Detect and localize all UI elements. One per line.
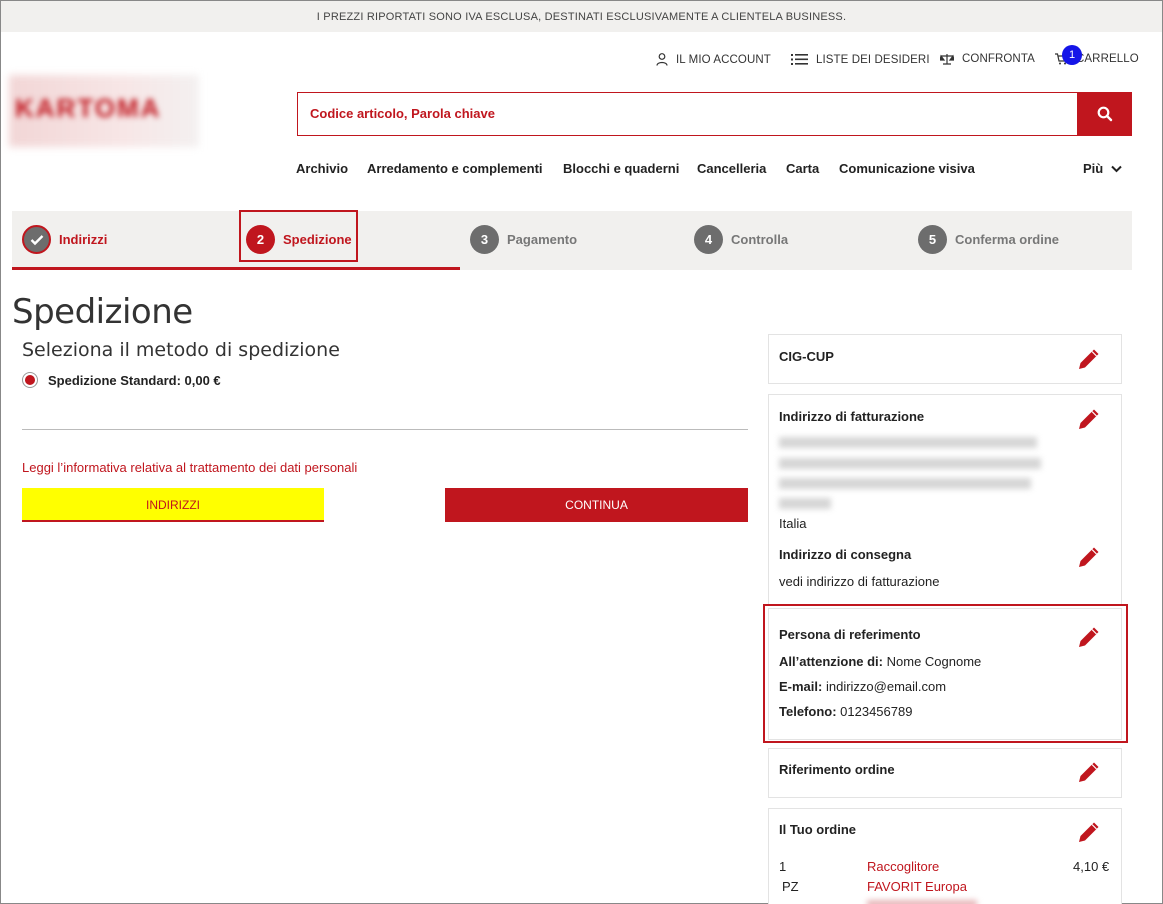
step-label: Pagamento bbox=[507, 232, 578, 247]
continue-button[interactable]: CONTINUA bbox=[445, 488, 748, 522]
wishlists-link[interactable]: LISTE DEI DESIDERI bbox=[791, 53, 930, 66]
contact-highlight bbox=[763, 604, 1128, 743]
current-step-highlight bbox=[239, 210, 358, 262]
steps-progress-bar bbox=[12, 267, 460, 270]
nav-item-cancelleria[interactable]: Cancelleria bbox=[697, 161, 766, 176]
order-summary-title: Il Tuo ordine bbox=[779, 822, 857, 837]
nav-item-blocchi[interactable]: Blocchi e quaderni bbox=[563, 161, 679, 176]
nav-item-arredamento[interactable]: Arredamento e complementi bbox=[367, 161, 543, 176]
shipping-standard-label[interactable]: Spedizione Standard: 0,00 € bbox=[48, 373, 221, 388]
billing-address-line bbox=[779, 498, 831, 509]
shipping-standard-radio[interactable] bbox=[22, 372, 38, 388]
cig-cup-title: CIG-CUP bbox=[779, 349, 834, 364]
logo[interactable]: KARTOMA bbox=[15, 93, 185, 123]
search-icon bbox=[1097, 106, 1112, 122]
order-price: 4,10 € bbox=[1073, 859, 1110, 874]
nav-more-label: Più bbox=[1083, 161, 1104, 176]
step-controlla: 4 Controlla bbox=[694, 225, 788, 254]
step-label: Conferma ordine bbox=[955, 232, 1060, 247]
user-icon bbox=[656, 53, 668, 66]
step-number: 4 bbox=[694, 225, 723, 254]
nav-item-comunicazione[interactable]: Comunicazione visiva bbox=[839, 161, 975, 176]
wishlists-label: LISTE DEI DESIDERI bbox=[816, 53, 930, 66]
cart-count-badge: 1 bbox=[1062, 45, 1082, 65]
edit-billing-icon[interactable] bbox=[1076, 406, 1102, 432]
chevron-down-icon bbox=[1111, 165, 1122, 172]
nav-item-archivio[interactable]: Archivio bbox=[296, 161, 348, 176]
edit-cig-icon[interactable] bbox=[1076, 346, 1102, 372]
check-icon bbox=[22, 225, 51, 254]
order-qty: 1 bbox=[779, 859, 787, 874]
step-pagamento: 3 Pagamento bbox=[470, 225, 577, 254]
step-indirizzi[interactable]: Indirizzi bbox=[22, 225, 107, 254]
edit-order-reference-icon[interactable] bbox=[1076, 759, 1102, 785]
divider bbox=[22, 429, 748, 430]
business-notice-bar: I PREZZI RIPORTATI SONO IVA ESCLUSA, DES… bbox=[1, 1, 1162, 32]
search-input[interactable]: Codice articolo, Parola chiave bbox=[297, 92, 1078, 136]
list-icon bbox=[791, 54, 808, 65]
my-account-label: IL MIO ACCOUNT bbox=[676, 53, 771, 66]
edit-delivery-icon[interactable] bbox=[1076, 544, 1102, 570]
step-label: Controlla bbox=[731, 232, 789, 247]
billing-country: Italia bbox=[779, 516, 807, 531]
privacy-link[interactable]: Leggi l’informativa relativa al trattame… bbox=[22, 460, 357, 475]
compare-label: CONFRONTA bbox=[962, 53, 1035, 65]
back-to-addresses-button[interactable]: INDIRIZZI bbox=[22, 488, 324, 522]
step-label: Indirizzi bbox=[59, 232, 108, 247]
billing-address-line bbox=[779, 478, 1031, 489]
edit-order-icon[interactable] bbox=[1076, 819, 1102, 845]
search-button[interactable] bbox=[1077, 92, 1132, 136]
order-reference-title: Riferimento ordine bbox=[779, 762, 895, 777]
delivery-title: Indirizzo di consegna bbox=[779, 547, 912, 562]
step-number: 5 bbox=[918, 225, 947, 254]
billing-address-line bbox=[779, 458, 1041, 469]
order-product-link[interactable]: Raccoglitore bbox=[867, 859, 939, 874]
edit-contact-icon[interactable] bbox=[1076, 624, 1102, 650]
nav-item-carta[interactable]: Carta bbox=[786, 161, 819, 176]
order-product-line3 bbox=[867, 900, 977, 904]
nav-more-menu[interactable]: Più bbox=[1083, 161, 1122, 176]
cart-label: CARRELLO bbox=[1076, 53, 1139, 65]
compare-link[interactable]: CONFRONTA bbox=[940, 53, 1035, 65]
scale-icon bbox=[940, 54, 954, 65]
my-account-link[interactable]: IL MIO ACCOUNT bbox=[656, 53, 771, 66]
delivery-text: vedi indirizzo di fatturazione bbox=[779, 574, 940, 589]
billing-title: Indirizzo di fatturazione bbox=[779, 409, 925, 424]
step-conferma: 5 Conferma ordine bbox=[918, 225, 1059, 254]
billing-address-line bbox=[779, 437, 1037, 448]
order-product-link-line2[interactable]: FAVORIT Europa bbox=[867, 879, 967, 894]
page-title: Spedizione bbox=[12, 292, 193, 332]
step-number: 3 bbox=[470, 225, 499, 254]
order-unit: PZ bbox=[782, 879, 799, 894]
section-title: Seleziona il metodo di spedizione bbox=[22, 339, 340, 361]
